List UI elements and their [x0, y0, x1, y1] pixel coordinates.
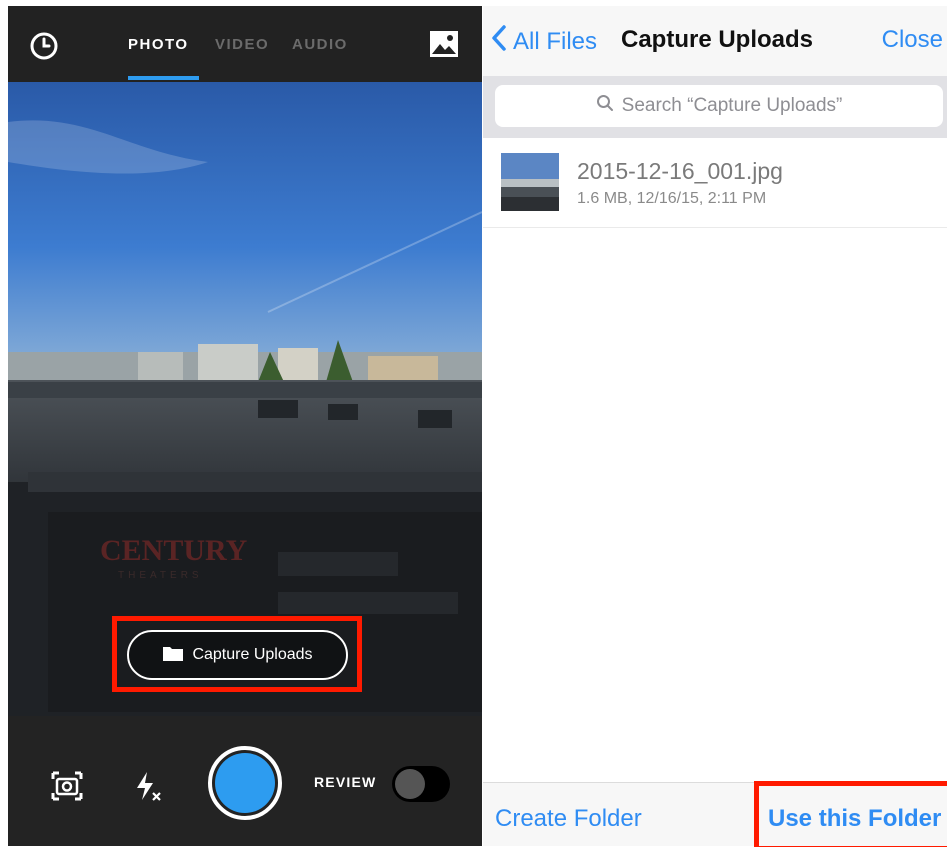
- review-toggle-knob: [395, 769, 425, 799]
- highlight-box-capture-uploads: [112, 616, 362, 692]
- back-button-label: All Files: [513, 27, 598, 55]
- review-label: REVIEW: [314, 774, 377, 790]
- camera-screen: PHOTO VIDEO AUDIO CENTURY THEATERS Captu…: [8, 6, 482, 846]
- file-list-item[interactable]: 2015-12-16_001.jpg 1.6 MB, 12/16/15, 2:1…: [483, 138, 947, 228]
- review-toggle[interactable]: [392, 766, 450, 802]
- svg-text:THEATERS: THEATERS: [118, 570, 203, 581]
- back-button[interactable]: All Files: [491, 24, 597, 59]
- search-placeholder: Search “Capture Uploads”: [621, 95, 843, 116]
- tab-photo[interactable]: PHOTO: [128, 36, 189, 53]
- picker-nav-bar: All Files Capture Uploads Close: [483, 6, 947, 76]
- file-meta: 1.6 MB, 12/16/15, 2:11 PM: [577, 190, 767, 207]
- tab-video[interactable]: VIDEO: [215, 36, 269, 53]
- create-folder-button[interactable]: Create Folder: [495, 805, 642, 833]
- file-picker-screen: All Files Capture Uploads Close Search “…: [483, 6, 947, 846]
- search-icon: [596, 94, 614, 118]
- shutter-button-inner: [215, 753, 275, 813]
- camera-flip-icon[interactable]: [48, 768, 86, 804]
- file-name: 2015-12-16_001.jpg: [577, 158, 783, 184]
- gallery-icon[interactable]: [428, 28, 460, 60]
- shutter-button[interactable]: [208, 746, 282, 820]
- clock-icon[interactable]: [28, 30, 60, 62]
- search-input[interactable]: Search “Capture Uploads”: [495, 85, 943, 127]
- page-title: Capture Uploads: [621, 26, 814, 53]
- active-tab-indicator: [128, 76, 199, 80]
- flash-off-icon[interactable]: [130, 768, 166, 804]
- tab-audio[interactable]: AUDIO: [292, 36, 348, 53]
- search-bar: Search “Capture Uploads”: [483, 76, 947, 138]
- highlight-box-use-folder: [754, 781, 947, 847]
- svg-text:CENTURY: CENTURY: [100, 534, 248, 567]
- close-button[interactable]: Close: [882, 26, 943, 54]
- camera-top-bar: PHOTO VIDEO AUDIO: [8, 6, 482, 82]
- file-thumbnail: [501, 153, 559, 211]
- chevron-left-icon: [491, 24, 507, 59]
